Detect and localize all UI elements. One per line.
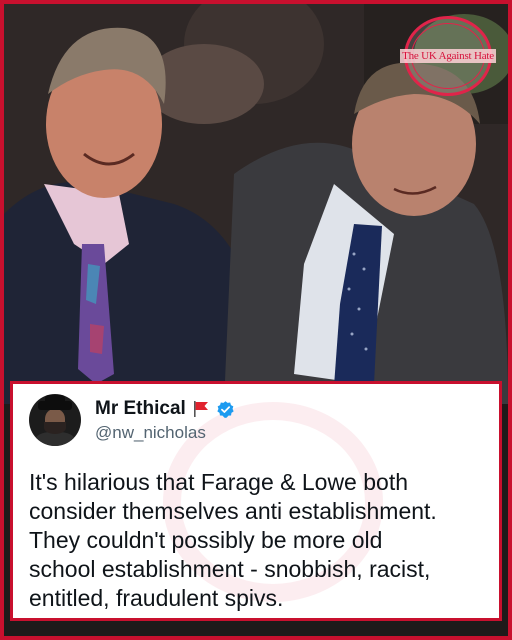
watermark-text: The UK Against Hate [400, 49, 496, 63]
tweet-header: Mr Ethical @nw_nicholas [29, 394, 485, 454]
tweet-card[interactable]: Mr Ethical @nw_nicholas It's hilarious t… [10, 381, 502, 621]
tweet-text-line: school establishment - snobbish, racist, [29, 556, 431, 582]
tweet-text-line: They couldn't possibly be more old [29, 527, 383, 553]
watermark-stamp: The UK Against Hate [400, 16, 496, 96]
tweet-text-line: entitled, fraudulent spivs. [29, 585, 284, 611]
post-frame: The UK Against Hate Mr Ethical @nw_nicho… [0, 0, 512, 640]
tweet-text-line: consider themselves anti establishment. [29, 498, 437, 524]
author-name-row: Mr Ethical [95, 398, 235, 420]
author-handle[interactable]: @nw_nicholas [95, 423, 235, 443]
tweet-text-line: It's hilarious that Farage & Lowe both [29, 469, 408, 495]
watermark-stamp-inner: The UK Against Hate [400, 23, 496, 89]
red-flag-icon [192, 400, 210, 418]
author-name[interactable]: Mr Ethical [95, 398, 186, 420]
verified-badge-icon [216, 400, 235, 419]
tweet-body: It's hilarious that Farage & Lowe both c… [29, 468, 485, 613]
author-block: Mr Ethical @nw_nicholas [95, 398, 235, 443]
avatar[interactable] [29, 394, 81, 446]
